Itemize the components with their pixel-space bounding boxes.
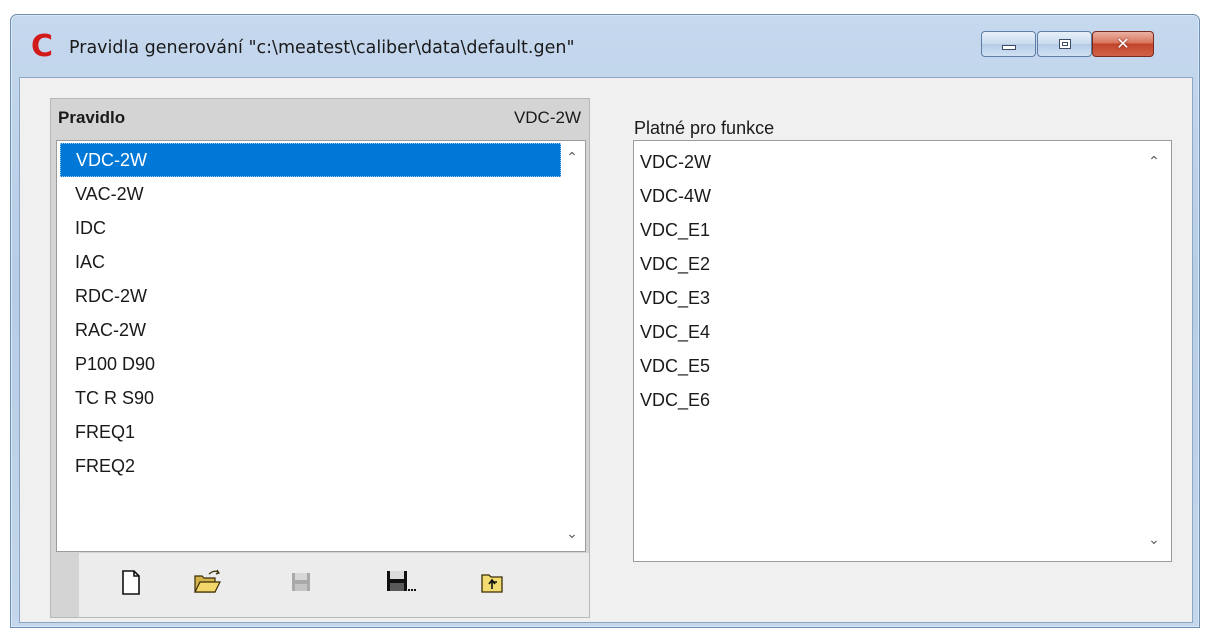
open-rules-button[interactable]	[189, 565, 225, 599]
dialog-client-area: Pravidlo VDC-2W VDC-2W VAC-2W IDC IAC RDC-2W…	[19, 77, 1193, 623]
function-list-item[interactable]: VDC_E1	[634, 213, 1141, 247]
function-list-item[interactable]: VDC_E4	[634, 315, 1141, 349]
rules-list-items: VDC-2W VAC-2W IDC IAC RDC-2W RAC-2W P100 D90 TC…	[57, 141, 561, 483]
scroll-up-icon[interactable]: ⌃	[565, 151, 579, 165]
window-title: Pravidla generování "c:\meatest\caliber\…	[69, 38, 575, 58]
save-as-button[interactable]	[381, 565, 417, 599]
open-folder-icon	[194, 569, 221, 593]
close-icon: ✕	[1116, 34, 1130, 53]
rules-panel: Pravidlo VDC-2W VDC-2W VAC-2W IDC IAC RDC-2W…	[50, 98, 590, 618]
save-rules-button[interactable]	[283, 565, 319, 599]
rule-list-item[interactable]: FREQ2	[60, 449, 561, 483]
functions-label: Platné pro funkce	[634, 118, 775, 138]
minimize-button[interactable]	[981, 31, 1036, 57]
new-file-icon	[122, 570, 140, 595]
scroll-up-icon[interactable]: ⌃	[1147, 155, 1161, 169]
function-list-item[interactable]: VDC-4W	[634, 179, 1141, 213]
restore-icon	[1059, 39, 1071, 49]
new-rule-button[interactable]	[113, 565, 149, 599]
dialog-window: C Pravidla generování "c:\meatest\calibe…	[10, 14, 1200, 628]
save-icon	[292, 573, 310, 591]
rule-list-item[interactable]: P100 D90	[60, 347, 561, 381]
rule-list-item[interactable]: TC R S90	[60, 381, 561, 415]
rule-list-item[interactable]: RAC-2W	[60, 313, 561, 347]
rules-header-label: Pravidlo	[58, 108, 126, 127]
rule-list-item[interactable]: IDC	[60, 211, 561, 245]
rule-list-item[interactable]: FREQ1	[60, 415, 561, 449]
rule-list-item[interactable]: RDC-2W	[60, 279, 561, 313]
rule-list-item[interactable]: VAC-2W	[60, 177, 561, 211]
app-logo-icon: C	[31, 29, 54, 64]
title-bar[interactable]: C Pravidla generování "c:\meatest\calibe…	[11, 15, 1199, 75]
rules-toolbar	[51, 553, 589, 617]
save-as-icon	[387, 571, 416, 591]
rules-header: Pravidlo VDC-2W	[51, 99, 589, 139]
rule-list-item[interactable]: VDC-2W	[60, 143, 561, 177]
toolbar-spacer	[51, 553, 79, 617]
rule-list-item[interactable]: IAC	[60, 245, 561, 279]
import-icon	[481, 574, 503, 593]
function-list-item[interactable]: VDC_E3	[634, 281, 1141, 315]
selected-rule-value: VDC-2W	[513, 108, 581, 127]
scroll-down-icon[interactable]: ⌄	[1147, 533, 1161, 547]
functions-list-items: VDC-2W VDC-4W VDC_E1 VDC_E2 VDC_E3 VDC_E4 VDC_…	[634, 145, 1141, 417]
function-list-item[interactable]: VDC-2W	[634, 145, 1141, 179]
function-list-item[interactable]: VDC_E5	[634, 349, 1141, 383]
rules-list[interactable]: VDC-2W VAC-2W IDC IAC RDC-2W RAC-2W P100 D90 TC…	[56, 140, 586, 552]
scroll-down-icon[interactable]: ⌄	[565, 527, 579, 541]
close-button[interactable]: ✕	[1092, 31, 1154, 57]
import-rules-button[interactable]	[475, 565, 511, 599]
function-list-item[interactable]: VDC_E2	[634, 247, 1141, 281]
maximize-button[interactable]	[1037, 31, 1092, 57]
function-list-item[interactable]: VDC_E6	[634, 383, 1141, 417]
functions-list[interactable]: VDC-2W VDC-4W VDC_E1 VDC_E2 VDC_E3 VDC_E4 VDC_…	[633, 140, 1172, 562]
minimize-icon	[1002, 45, 1016, 50]
